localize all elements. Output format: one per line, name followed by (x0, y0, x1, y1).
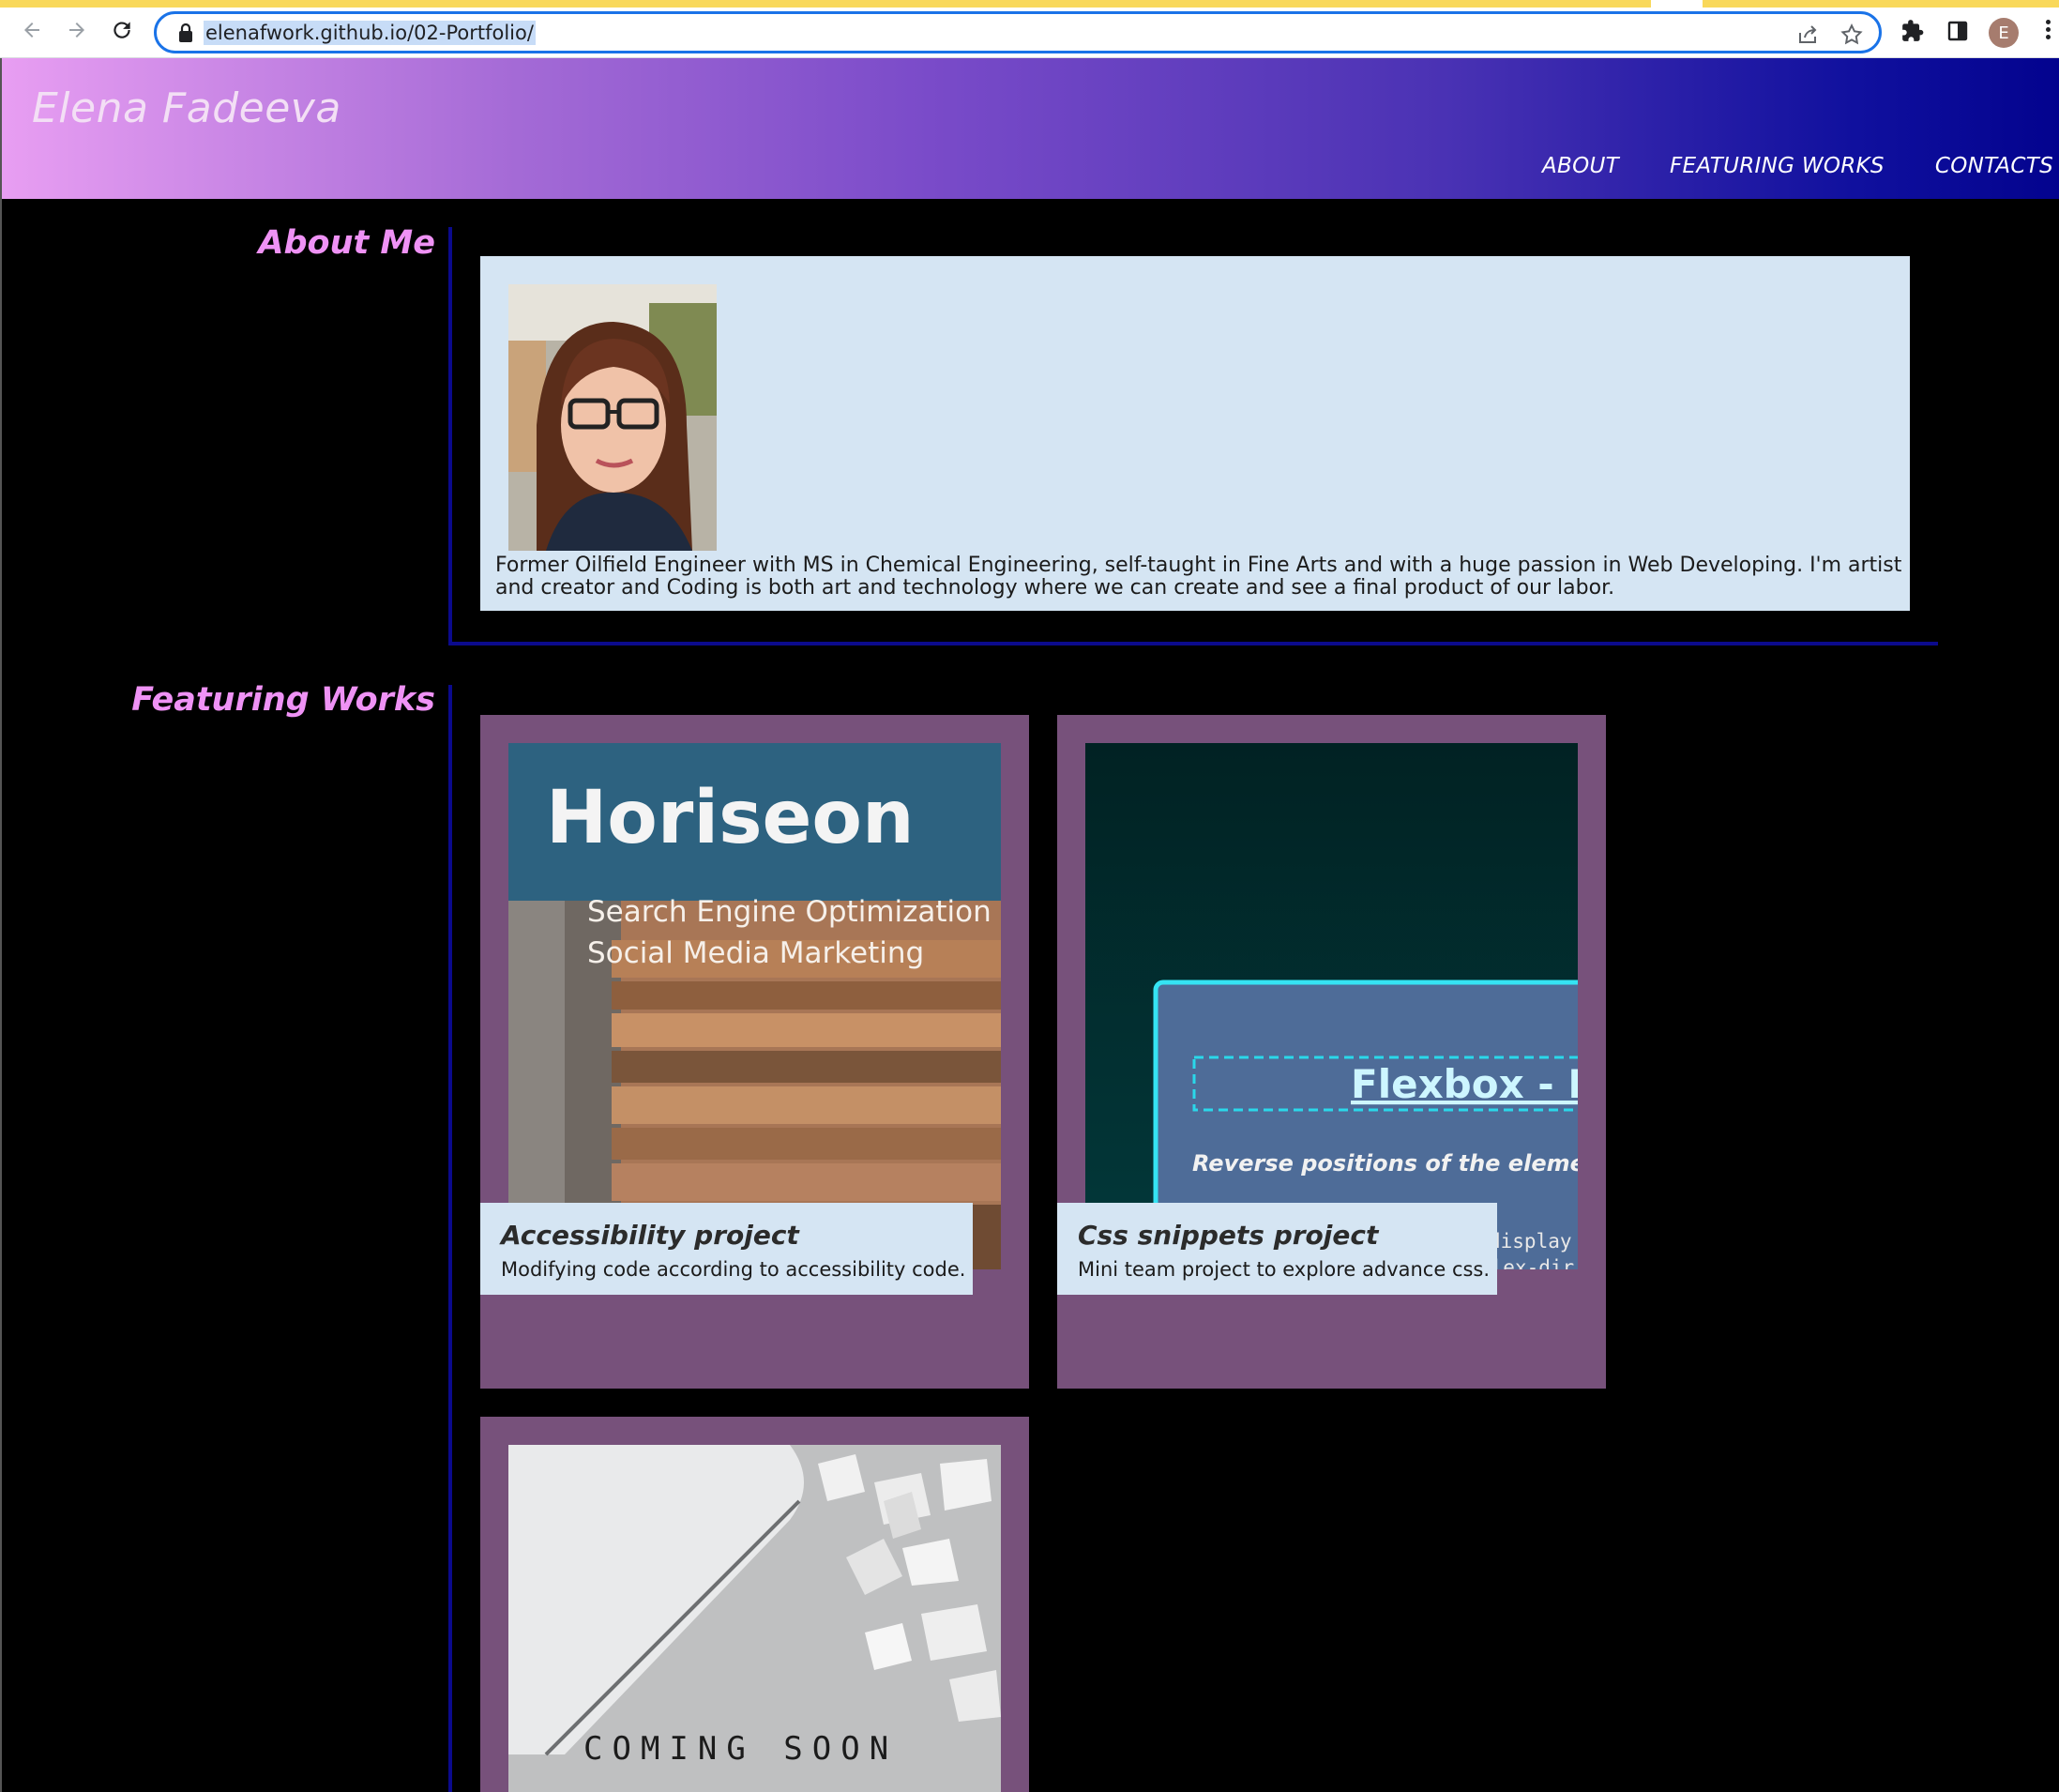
browser-toolbar: elenafwork.github.io/02-Portfolio/ E (0, 0, 2059, 58)
about-divider-vertical (448, 227, 452, 645)
bookmark-star-icon[interactable] (1839, 22, 1865, 48)
work-description: Modifying code according to accessibilit… (501, 1258, 966, 1281)
nav-link-contacts[interactable]: CONTACTS (1935, 154, 2053, 178)
flexbox-code-line-1: display (1489, 1230, 1572, 1253)
tab-edge (1703, 0, 2059, 8)
back-arrow-icon[interactable] (17, 15, 47, 45)
works-heading: Featuring Works (131, 681, 435, 719)
horiseon-line-2: Social Media Marketing (587, 936, 924, 970)
profile-avatar[interactable]: E (1989, 18, 2019, 48)
about-heading: About Me (258, 224, 435, 262)
work-description: Mini team project to explore advance css… (1078, 1258, 1491, 1281)
site-title[interactable]: Elena Fadeeva (32, 84, 341, 132)
address-bar[interactable]: elenafwork.github.io/02-Portfolio/ (154, 11, 1882, 53)
work-caption: Accessibility project Modifying code acc… (480, 1203, 974, 1295)
work-title[interactable]: Accessibility project (501, 1220, 965, 1252)
lock-icon[interactable] (177, 23, 196, 43)
horiseon-line-1: Search Engine Optimization (587, 895, 992, 929)
work-thumb-flexbox[interactable]: Flexbox - Re Reverse positions of the el… (1085, 743, 1578, 1269)
work-thumb-coming-soon[interactable]: COMING SOON (508, 1445, 1001, 1792)
forward-arrow-icon[interactable] (62, 15, 92, 45)
reload-icon[interactable] (107, 15, 137, 45)
site-nav: ABOUT FEATURING WORKS CONTACTS (1542, 154, 2053, 178)
site-header: Elena Fadeeva ABOUT FEATURING WORKS CONT… (2, 58, 2059, 199)
page: Elena Fadeeva ABOUT FEATURING WORKS CONT… (0, 58, 2059, 1792)
flexbox-subtitle-text: Reverse positions of the elements (1192, 1150, 1578, 1177)
tab-strip (0, 0, 2059, 8)
url-text[interactable]: elenafwork.github.io/02-Portfolio/ (204, 21, 536, 45)
menu-kebab-icon[interactable] (2043, 17, 2052, 47)
work-title[interactable]: Css snippets project (1078, 1220, 1490, 1252)
about-divider-horizontal (448, 642, 1938, 645)
side-panel-icon[interactable] (1944, 17, 1972, 45)
active-tab-edge (0, 0, 1651, 8)
work-thumb-horiseon[interactable]: Horiseon Search Engine Optimization Soci… (508, 743, 1001, 1269)
share-icon[interactable] (1794, 22, 1821, 48)
profile-photo (508, 284, 717, 551)
work-caption: Css snippets project Mini team project t… (1057, 1203, 1498, 1295)
about-bio: Former Oilfield Engineer with MS in Chem… (495, 554, 1902, 600)
work-card-accessibility[interactable]: Horiseon Search Engine Optimization Soci… (480, 715, 1029, 1389)
flexbox-heading-text: Flexbox - Re (1351, 1061, 1578, 1107)
nav-link-about[interactable]: ABOUT (1542, 154, 1619, 178)
about-card: Former Oilfield Engineer with MS in Chem… (480, 256, 1910, 611)
horiseon-logo-text: Horiseon (546, 776, 915, 860)
coming-soon-text: COMING SOON (583, 1730, 898, 1768)
nav-link-featuring-works[interactable]: FEATURING WORKS (1670, 154, 1885, 178)
extensions-puzzle-icon[interactable] (1899, 17, 1927, 45)
works-divider-vertical (448, 685, 452, 1792)
work-card-css-snippets[interactable]: Flexbox - Re Reverse positions of the el… (1057, 715, 1606, 1389)
work-card-coming-soon[interactable]: COMING SOON (480, 1417, 1029, 1792)
